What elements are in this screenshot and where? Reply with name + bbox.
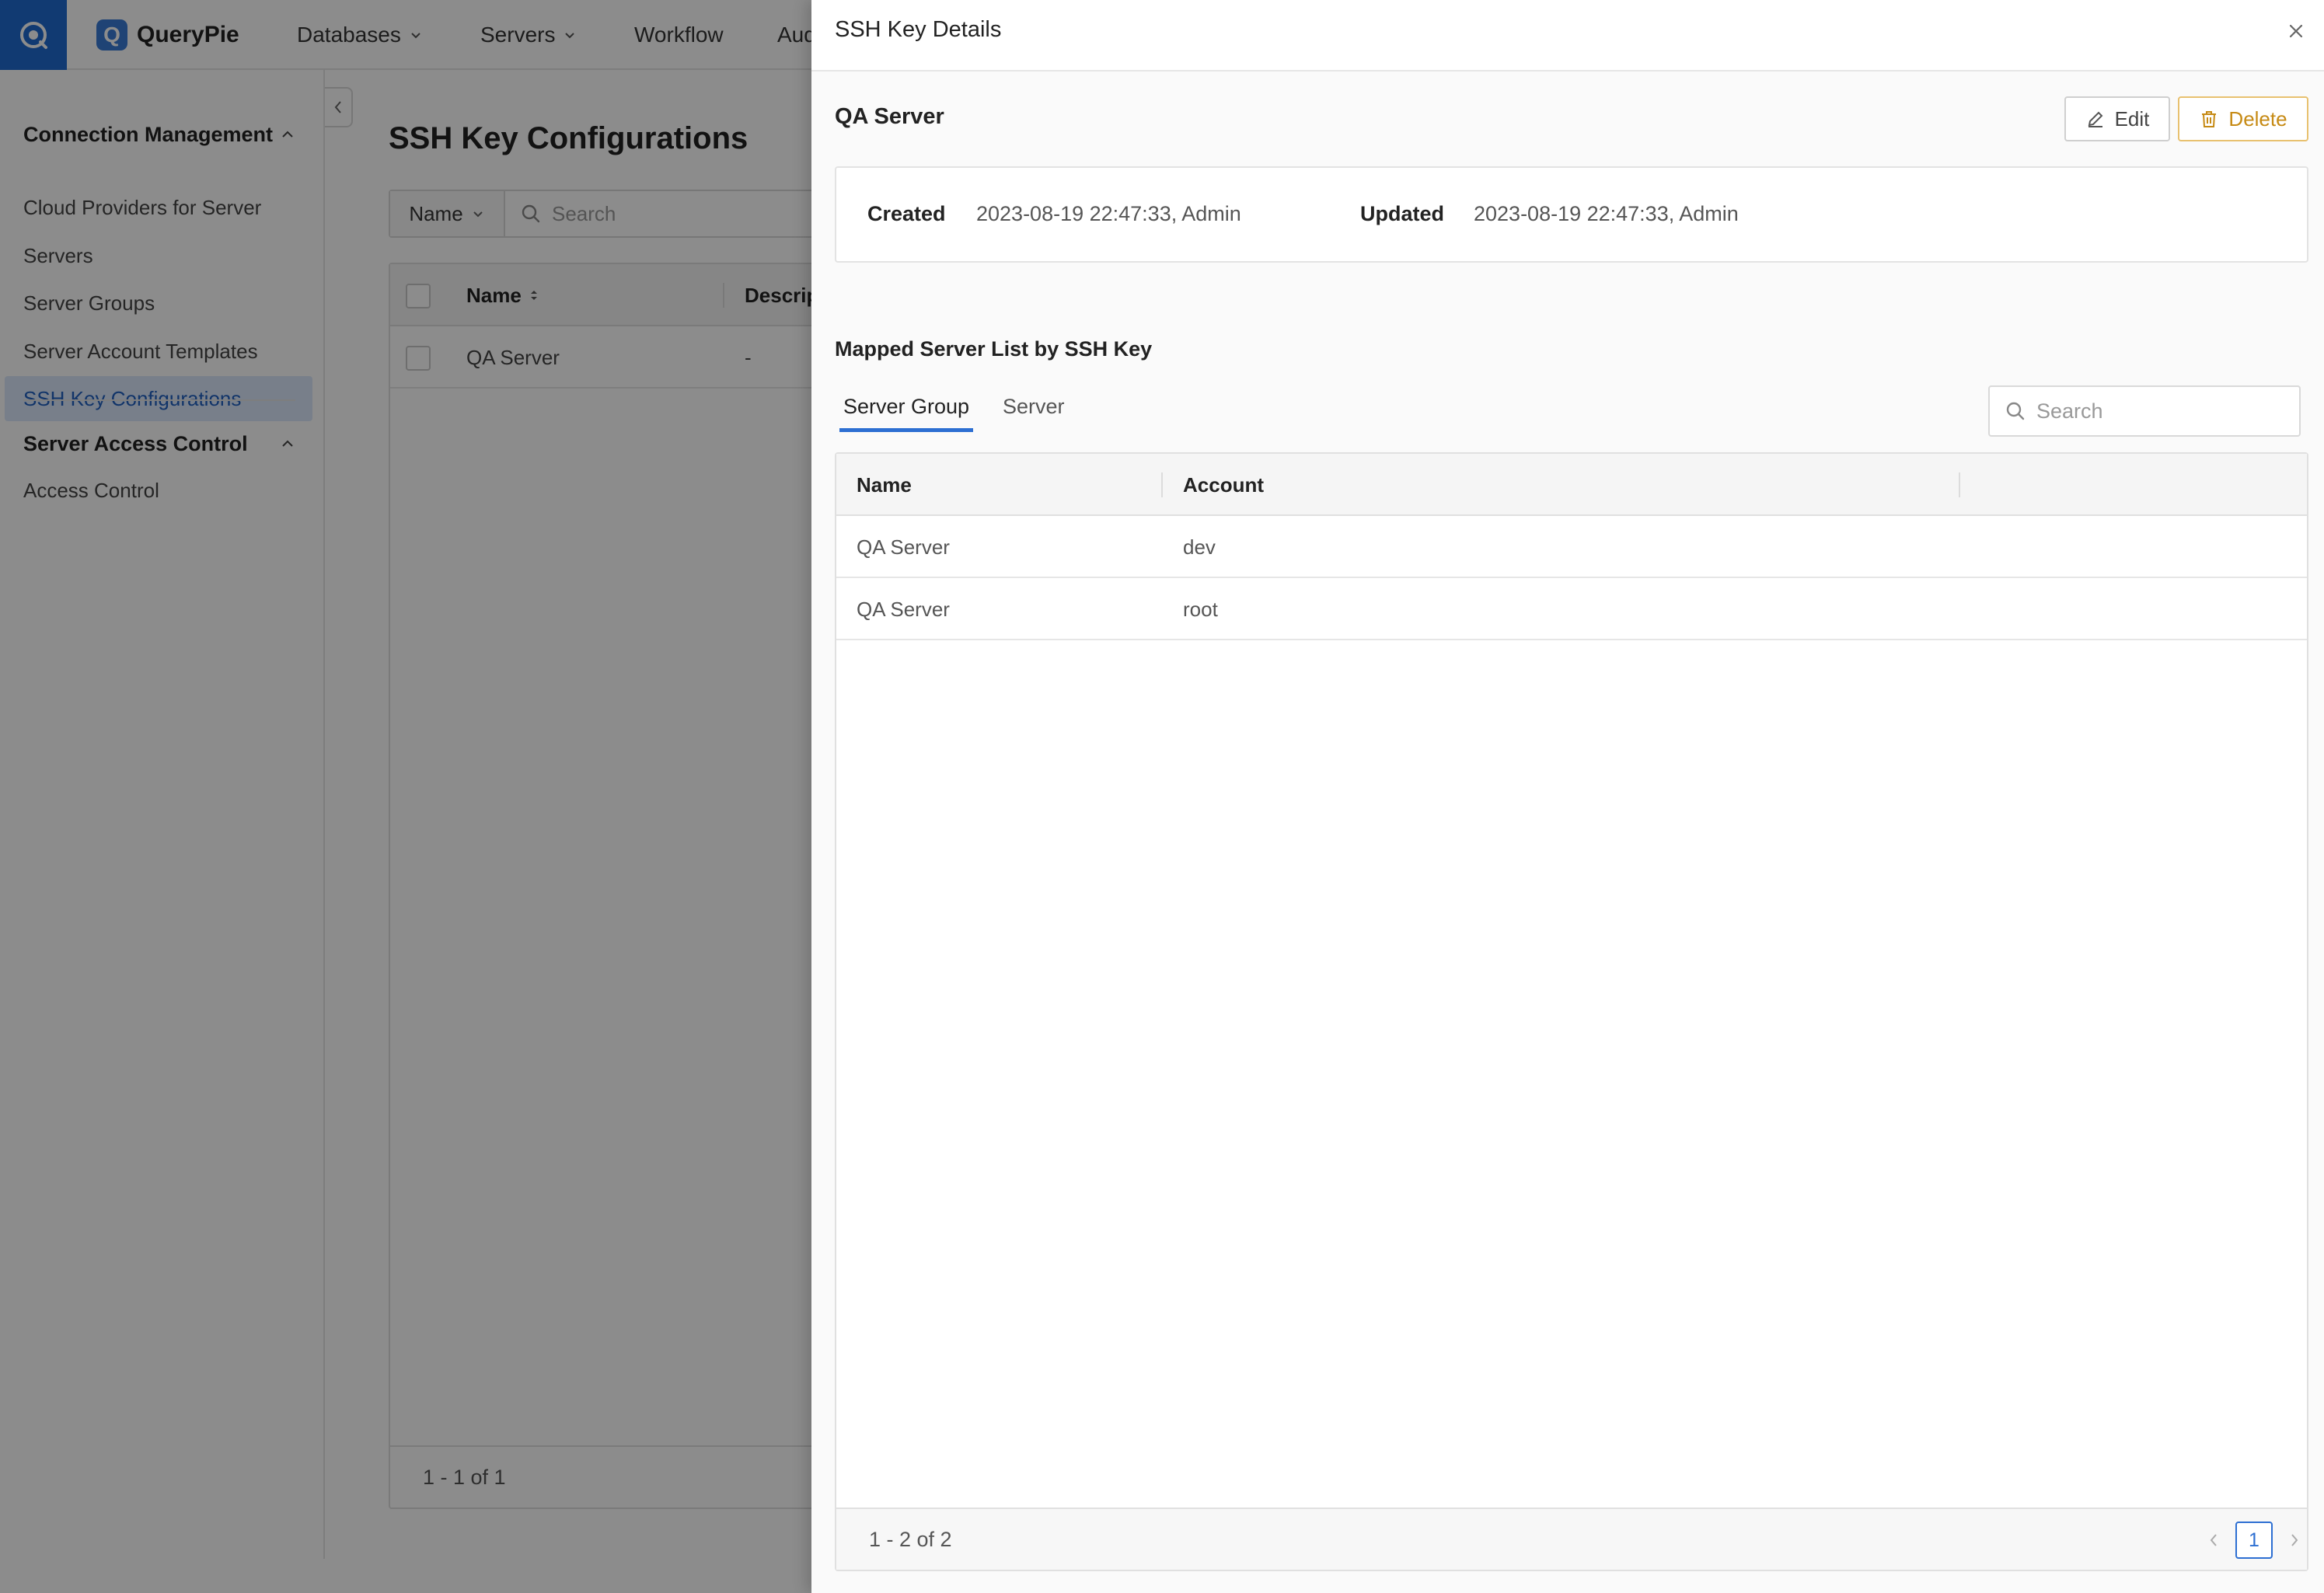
row-name: QA Server (857, 597, 950, 621)
updated-value: 2023-08-19 22:47:33, Admin (1474, 202, 1739, 225)
search-placeholder: Search (2036, 399, 2103, 423)
info-box: Created 2023-08-19 22:47:33, Admin Updat… (835, 166, 2308, 263)
ssh-key-name: QA Server (835, 104, 944, 129)
search-input[interactable]: Search (1988, 385, 2301, 437)
table-row[interactable]: QA Server root (836, 578, 2307, 640)
page-number-button[interactable]: 1 (2235, 1522, 2273, 1559)
edit-label: Edit (2114, 106, 2150, 131)
mapped-server-list-title: Mapped Server List by SSH Key (835, 337, 1153, 361)
row-account: root (1183, 597, 1218, 621)
drawer-title: SSH Key Details (835, 17, 1002, 42)
column-header-name: Name (857, 472, 912, 497)
trash-icon (2199, 109, 2219, 129)
close-icon[interactable] (2280, 16, 2312, 47)
delete-button[interactable]: Delete (2178, 96, 2308, 141)
created-label: Created (867, 202, 946, 225)
row-account: dev (1183, 535, 1216, 559)
row-name: QA Server (857, 535, 950, 559)
search-icon (2005, 401, 2026, 421)
table-row[interactable]: QA Server dev (836, 516, 2307, 578)
delete-label: Delete (2228, 106, 2287, 131)
tab-server-group[interactable]: Server Group (839, 395, 973, 432)
pencil-icon (2085, 109, 2106, 129)
edit-button[interactable]: Edit (2064, 96, 2170, 141)
ssh-key-details-drawer: SSH Key Details QA Server Edit Delete Cr… (811, 0, 2324, 1593)
column-header-account: Account (1183, 472, 1264, 497)
mapped-server-table: Name Account QA Server dev QA Server roo… (835, 452, 2308, 1571)
updated-label: Updated (1360, 202, 1444, 225)
chevron-left-icon[interactable] (2198, 1525, 2229, 1556)
table-footer: 1 - 2 of 2 1 (836, 1508, 2307, 1570)
pagination-count: 1 - 2 of 2 (869, 1528, 952, 1551)
drawer-header: SSH Key Details (811, 0, 2324, 71)
tab-server[interactable]: Server (1003, 395, 1065, 432)
chevron-right-icon[interactable] (2279, 1525, 2310, 1556)
table-header: Name Account (836, 454, 2307, 516)
created-value: 2023-08-19 22:47:33, Admin (976, 202, 1241, 225)
